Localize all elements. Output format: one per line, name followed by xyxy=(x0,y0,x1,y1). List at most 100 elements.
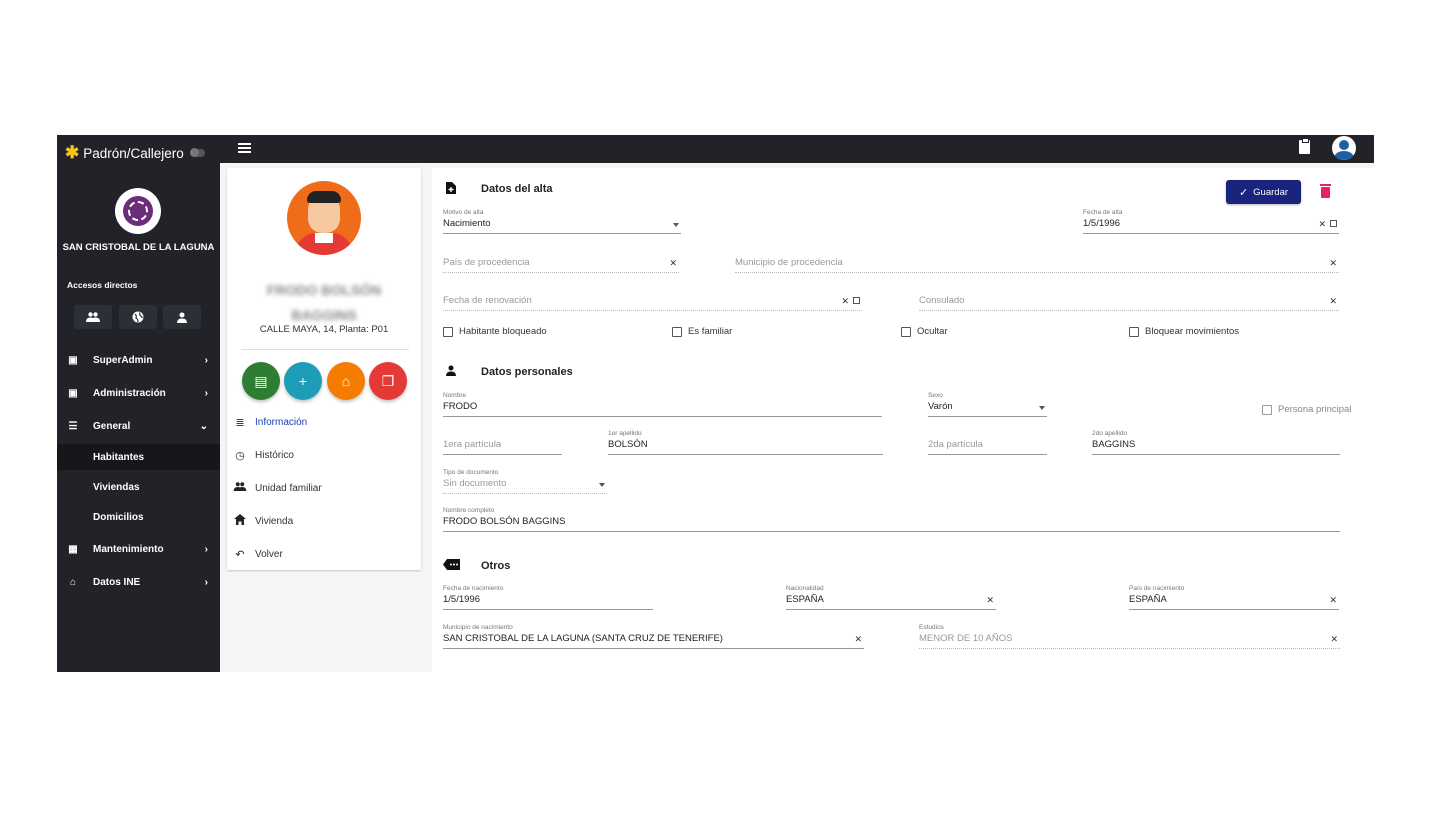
menu-volver[interactable]: ↶ Volver xyxy=(233,544,282,564)
menu-informacion[interactable]: ≣ Información xyxy=(233,412,307,432)
nav-label: Administración xyxy=(93,387,166,399)
brand: ✱ Padrón/Callejero xyxy=(57,135,220,171)
chevron-right-icon: › xyxy=(204,576,208,588)
delete-icon[interactable] xyxy=(1320,184,1331,198)
field-label: Nombre completo xyxy=(443,507,495,514)
clear-icon[interactable]: ✕ xyxy=(1318,219,1326,230)
checkbox-label: Bloquear movimientos xyxy=(1145,326,1239,337)
menu-historico[interactable]: ◷ Histórico xyxy=(233,445,294,465)
chevron-right-icon: › xyxy=(204,387,208,399)
library-books-icon: ▤ xyxy=(254,372,268,389)
habitante-bloqueado-checkbox[interactable]: Habitante bloqueado xyxy=(443,326,547,337)
fab-copy-button[interactable]: ❐ xyxy=(369,362,407,400)
theme-toggle[interactable] xyxy=(189,148,205,157)
fab-home-button[interactable]: ⌂ xyxy=(327,362,365,400)
clear-icon[interactable]: ✕ xyxy=(669,258,677,269)
divider xyxy=(241,349,409,350)
shortcuts-label: Accesos directos xyxy=(67,280,138,290)
nav-administracion[interactable]: ▣ Administración › xyxy=(57,379,220,407)
logo-star-icon: ✱ xyxy=(65,143,80,162)
app-window: ✱ Padrón/Callejero SAN CRISTOBAL DE LA L… xyxy=(57,135,1374,672)
clear-icon[interactable]: ✕ xyxy=(854,634,862,645)
profile-address: CALLE MAYA, 14, Planta: P01 xyxy=(259,324,389,335)
app-title: Padrón/Callejero xyxy=(83,145,184,161)
es-familiar-checkbox[interactable]: Es familiar xyxy=(672,326,732,337)
chevron-down-icon: ⌄ xyxy=(199,420,208,432)
save-button[interactable]: ✓ Guardar xyxy=(1226,180,1301,204)
field-label: Nacionalidad xyxy=(786,585,824,592)
note-add-icon xyxy=(445,182,457,194)
globe-icon xyxy=(132,311,144,323)
copy-icon: ❐ xyxy=(381,372,395,389)
field-value: ESPAÑA xyxy=(786,594,824,605)
clear-icon[interactable]: ✕ xyxy=(1329,296,1337,307)
field-label: Municipio de nacimiento xyxy=(443,624,513,631)
clear-icon[interactable]: ✕ xyxy=(841,296,849,307)
check-icon: ✓ xyxy=(1238,186,1249,199)
nav-habitantes[interactable]: Habitantes xyxy=(57,444,220,470)
field-placeholder: 2da partícula xyxy=(928,439,983,450)
list-icon: ☰ xyxy=(68,420,78,432)
profile-name-line1: FRODO BOLSÓN xyxy=(266,282,382,298)
field-value: FRODO xyxy=(443,401,478,412)
checkbox-label: Persona principal xyxy=(1278,404,1352,415)
field-placeholder: Consulado xyxy=(919,295,965,306)
field-value: FRODO BOLSÓN BAGGINS xyxy=(443,516,566,527)
menu-icon[interactable] xyxy=(238,143,251,153)
municipality-logo xyxy=(115,188,161,234)
nav-datos-ine[interactable]: ⌂ Datos INE › xyxy=(57,568,220,596)
nav-viviendas[interactable]: Viviendas xyxy=(57,474,220,500)
shortcut-globe-button[interactable] xyxy=(119,305,157,329)
nav-label: Domicilios xyxy=(93,511,144,523)
municipality-name: SAN CRISTOBAL DE LA LAGUNA xyxy=(62,242,215,253)
nav-label: Habitantes xyxy=(93,451,145,463)
clear-icon[interactable]: ✕ xyxy=(1330,634,1338,645)
field-placeholder: Municipio de procedencia xyxy=(735,257,843,268)
history-icon: ◷ xyxy=(235,449,245,462)
menu-label: Vivienda xyxy=(255,515,294,527)
chevron-right-icon: › xyxy=(204,543,208,555)
field-value: 1/5/1996 xyxy=(1083,218,1120,229)
field-placeholder: País de procedencia xyxy=(443,257,530,268)
bloquear-movimientos-checkbox[interactable]: Bloquear movimientos xyxy=(1129,326,1239,337)
menu-unidad-familiar[interactable]: Unidad familiar xyxy=(233,478,322,498)
ocultar-checkbox[interactable]: Ocultar xyxy=(901,326,948,337)
nav-label: Mantenimiento xyxy=(93,543,164,555)
nav-domicilios[interactable]: Domicilios xyxy=(57,504,220,530)
clear-icon[interactable]: ✕ xyxy=(986,595,994,606)
dropdown-caret-icon xyxy=(599,483,605,487)
field-label: Sexo xyxy=(928,392,943,399)
field-value: BAGGINS xyxy=(1092,439,1136,450)
person-add-icon: + xyxy=(298,373,308,389)
menu-vivienda[interactable]: Vivienda xyxy=(233,511,293,531)
profile-name: FRODO BOLSÓN BAGGINS xyxy=(227,278,421,328)
shortcut-user-button[interactable] xyxy=(163,305,201,329)
calendar-icon[interactable] xyxy=(853,297,860,304)
section-title-otros: Otros xyxy=(481,560,511,572)
field-label: 2do apellido xyxy=(1092,430,1128,437)
field-label: Fecha de nacimiento xyxy=(443,585,504,592)
clear-icon[interactable]: ✕ xyxy=(1329,595,1337,606)
persona-principal-checkbox[interactable]: Persona principal xyxy=(1262,404,1351,415)
fab-add-person-button[interactable]: + xyxy=(284,362,322,400)
checkbox-label: Ocultar xyxy=(917,326,948,337)
home-work-icon: ⌂ xyxy=(341,373,351,389)
field-label: Estudios xyxy=(919,624,944,631)
field-value: Nacimiento xyxy=(443,218,491,229)
nav-superadmin[interactable]: ▣ SuperAdmin › xyxy=(57,346,220,374)
nav-general[interactable]: ☰ General ⌄ xyxy=(57,412,220,440)
shortcut-people-button[interactable] xyxy=(74,305,112,329)
fab-books-button[interactable]: ▤ xyxy=(242,362,280,400)
clipboard-icon[interactable] xyxy=(1299,138,1310,154)
field-value: Varón xyxy=(928,401,953,412)
field-value: BOLSÓN xyxy=(608,439,648,450)
person-icon xyxy=(177,312,187,323)
nav-mantenimiento[interactable]: ▦ Mantenimiento › xyxy=(57,535,220,563)
user-avatar[interactable] xyxy=(1332,136,1356,160)
field-value: MENOR DE 10 AÑOS xyxy=(919,633,1013,644)
clear-icon[interactable]: ✕ xyxy=(1329,258,1337,269)
home-icon xyxy=(233,514,247,528)
label-tag-icon xyxy=(443,559,460,571)
checkbox-label: Habitante bloqueado xyxy=(459,326,547,337)
calendar-icon[interactable] xyxy=(1330,220,1337,227)
